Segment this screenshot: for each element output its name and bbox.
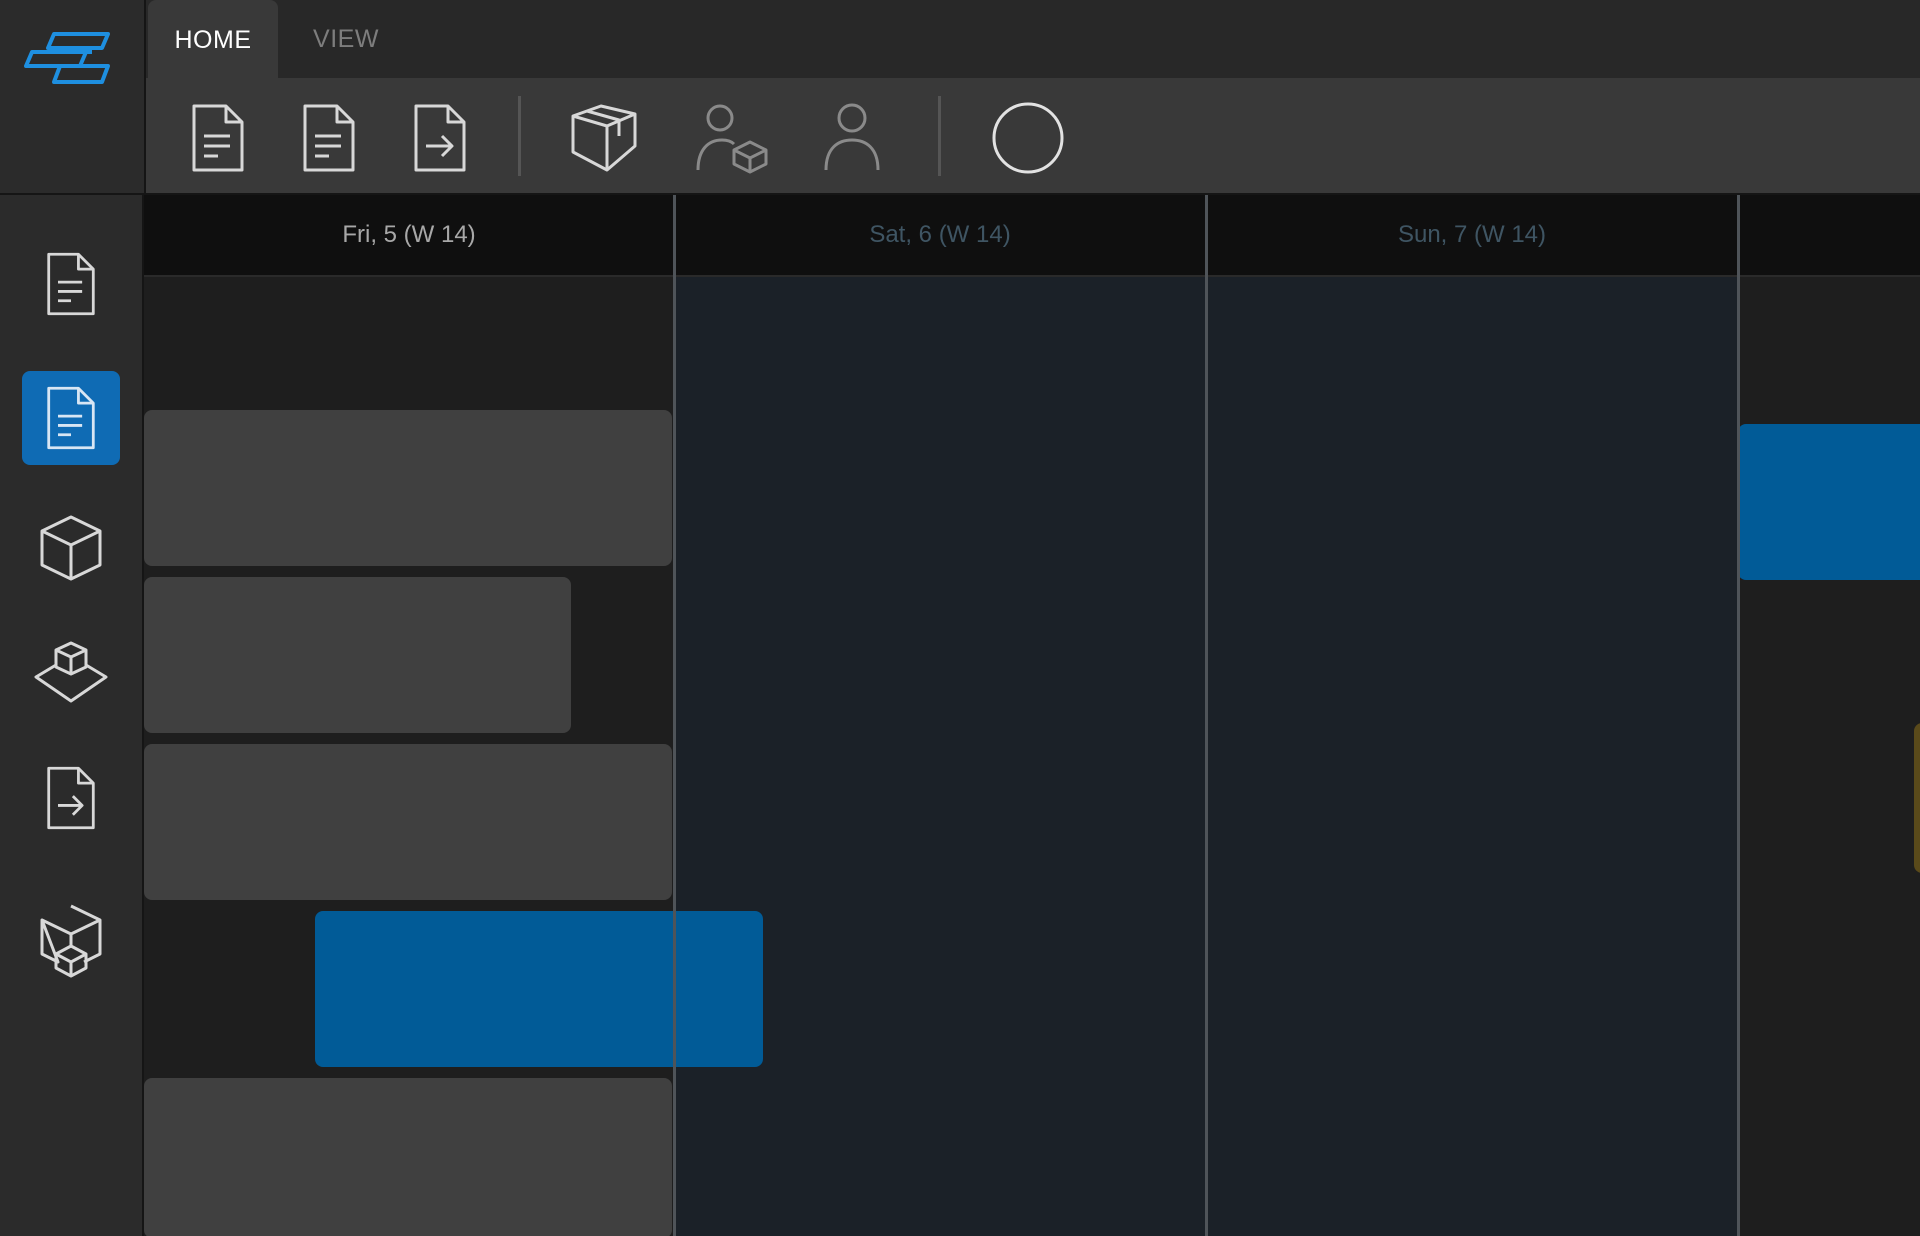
package-button[interactable]: [564, 98, 644, 178]
day-separator: [1205, 195, 1208, 1236]
task-bar[interactable]: [144, 744, 672, 900]
day-label-fri: Fri, 5 (W 14): [342, 221, 476, 248]
user-package-icon: [696, 104, 768, 174]
day-separator: [1737, 195, 1740, 1236]
user-button[interactable]: [812, 98, 892, 178]
task-bar-edge[interactable]: [1914, 723, 1920, 873]
day-label-sat: Sat, 6 (W 14): [869, 221, 1011, 248]
sidebar-item-document-export[interactable]: [22, 751, 120, 845]
task-bar[interactable]: [144, 1078, 672, 1236]
cubes-icon: [40, 904, 102, 978]
task-bar[interactable]: [144, 577, 571, 733]
app-logo-cell: [0, 0, 144, 195]
package-icon: [571, 104, 637, 172]
day-separator: [673, 195, 676, 1236]
left-sidebar: [0, 195, 144, 1236]
stacked-layers-logo-icon: [24, 32, 110, 84]
day-label-sun: Sun, 7 (W 14): [1397, 221, 1547, 248]
circle-button[interactable]: [988, 98, 1068, 178]
export-document-button[interactable]: [400, 98, 480, 178]
weekend-column-sun: [1206, 277, 1738, 1236]
ribbon-separator: [938, 96, 941, 176]
tab-home[interactable]: HOME: [148, 0, 278, 80]
document-export-icon: [414, 104, 466, 172]
ribbon-separator: [518, 96, 521, 176]
tab-view[interactable]: VIEW: [286, 0, 406, 78]
sidebar-item-cube-on-plane[interactable]: [22, 625, 120, 719]
document-icon: [303, 104, 355, 172]
user-icon: [824, 103, 880, 171]
open-document-button[interactable]: [289, 98, 369, 178]
user-package-button[interactable]: [692, 98, 772, 178]
task-bar[interactable]: [144, 410, 672, 566]
cube-on-plane-icon: [34, 641, 108, 703]
document-export-icon: [47, 766, 95, 830]
document-icon: [192, 104, 244, 172]
sidebar-item-cubes[interactable]: [22, 893, 120, 987]
new-document-button[interactable]: [178, 98, 258, 178]
task-bar-selected[interactable]: [1738, 424, 1920, 580]
sidebar-item-document[interactable]: [22, 237, 120, 331]
document-icon: [47, 252, 95, 316]
cube-icon: [40, 515, 102, 581]
weekend-column-sat: [674, 277, 1206, 1236]
document-icon: [47, 386, 95, 450]
task-bar-selected[interactable]: [315, 911, 763, 1067]
schedule-timeline: Fri, 5 (W 14) Sat, 6 (W 14) Sun, 7 (W 14…: [144, 195, 1920, 1236]
sidebar-item-cube[interactable]: [22, 501, 120, 595]
date-header: Fri, 5 (W 14) Sat, 6 (W 14) Sun, 7 (W 14…: [144, 195, 1920, 277]
ribbon-toolbar: [144, 78, 1920, 195]
tab-bar: HOME VIEW: [144, 0, 1920, 80]
circle-icon: [992, 102, 1064, 174]
sidebar-item-document-active[interactable]: [22, 371, 120, 465]
